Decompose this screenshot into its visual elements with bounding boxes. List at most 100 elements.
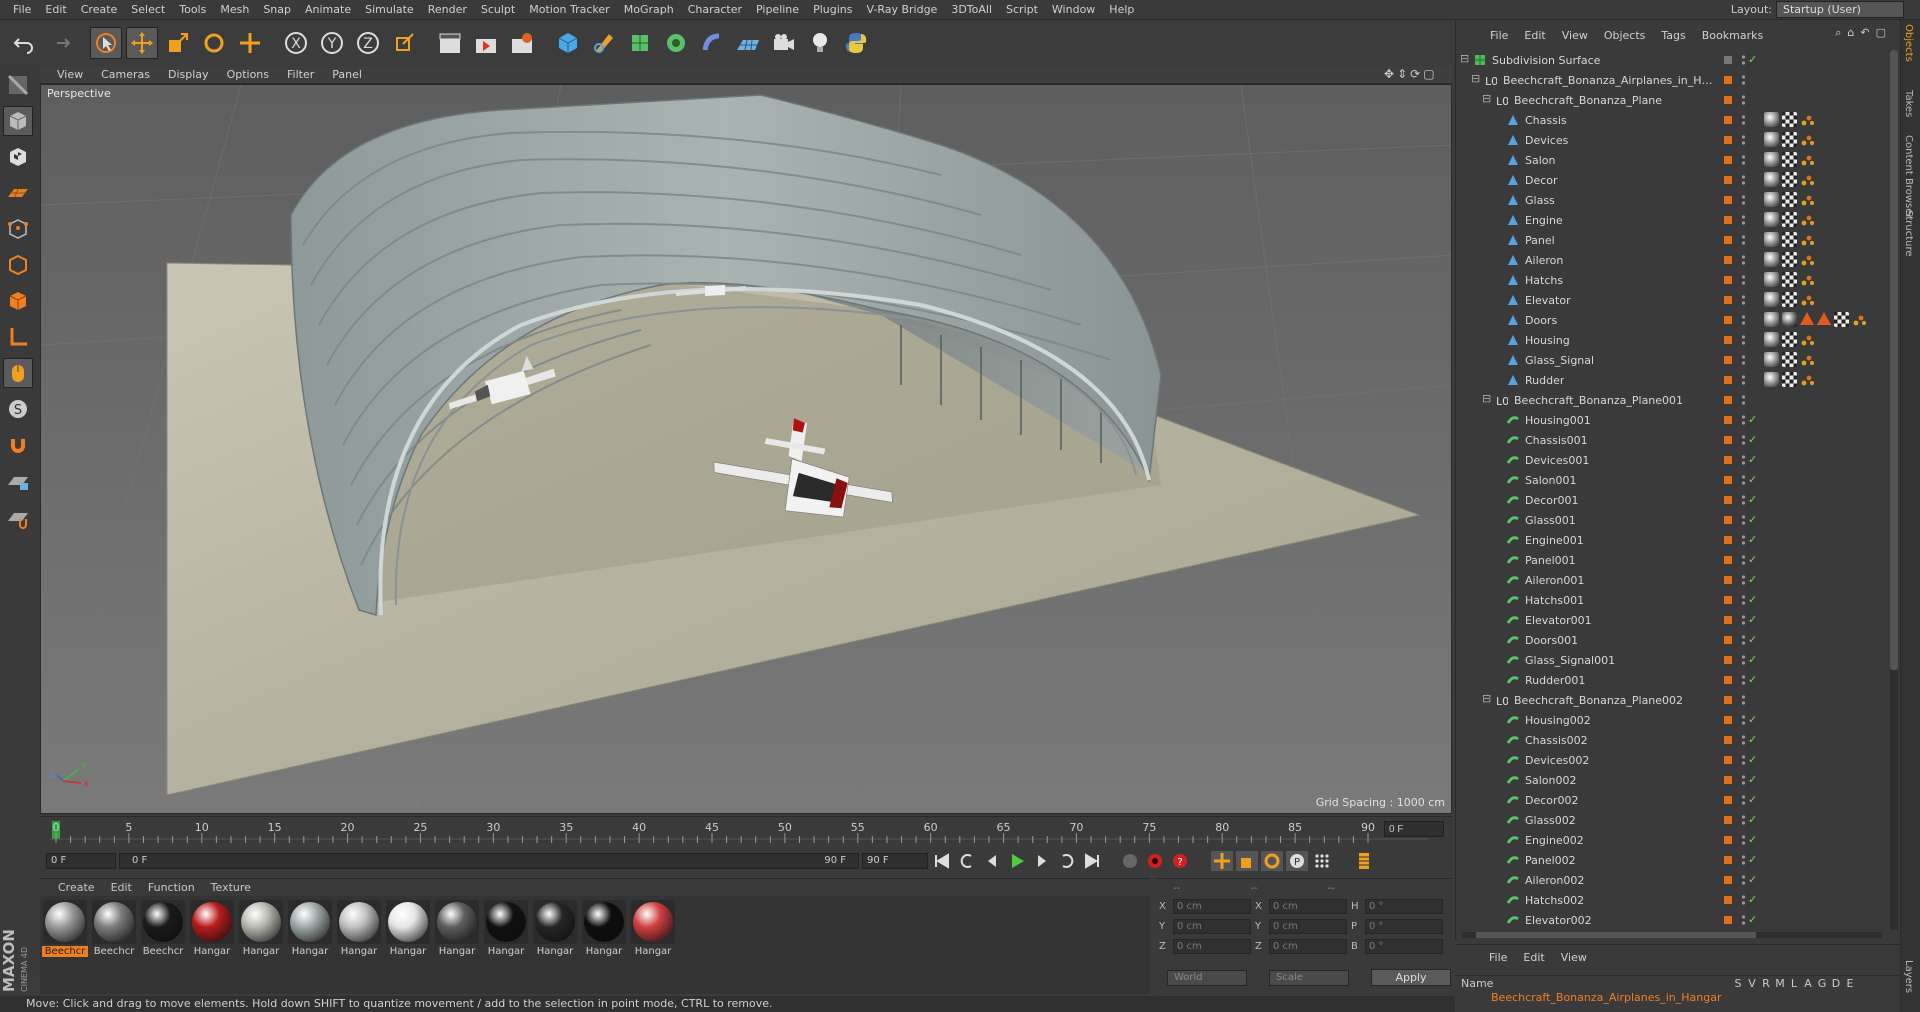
object-menu-tags[interactable]: Tags <box>1653 29 1693 42</box>
viewport-menu-cameras[interactable]: Cameras <box>92 68 159 81</box>
pan-icon[interactable]: ✥ <box>1384 67 1394 81</box>
key-parameter-button[interactable]: P <box>1286 851 1308 871</box>
phong-tag-icon[interactable] <box>1764 332 1779 347</box>
visibility-dots[interactable] <box>1741 594 1746 606</box>
layer-color-swatch[interactable] <box>1724 176 1732 184</box>
layer-color-swatch[interactable] <box>1724 596 1732 604</box>
render-view-button[interactable] <box>434 27 466 59</box>
visibility-dots[interactable] <box>1741 894 1746 906</box>
menu-create[interactable]: Create <box>74 3 125 16</box>
texture-tag-icon[interactable] <box>1782 252 1797 267</box>
maximize-icon[interactable]: ▢ <box>1423 67 1434 81</box>
object-row[interactable]: Devices001 ✓ <box>1456 450 1886 470</box>
visibility-dots[interactable] <box>1741 534 1746 546</box>
goto-next-key-button[interactable] <box>1056 851 1078 871</box>
enabled-check-icon[interactable]: ✓ <box>1748 733 1757 746</box>
object-menu-bookmarks[interactable]: Bookmarks <box>1694 29 1771 42</box>
expand-toggle-icon[interactable]: ⊟ <box>1460 52 1469 65</box>
coords-value-field[interactable]: 0 ° <box>1365 939 1443 954</box>
floor-button[interactable] <box>732 27 764 59</box>
layer-color-swatch[interactable] <box>1724 96 1732 104</box>
menu-v-ray-bridge[interactable]: V-Ray Bridge <box>859 3 944 16</box>
points-mode-button[interactable] <box>3 214 33 244</box>
timeline-window-button[interactable] <box>1353 851 1375 871</box>
object-menu-file[interactable]: File <box>1482 29 1516 42</box>
object-row[interactable]: ⊟ L0 Beechcraft_Bonanza_Airplanes_in_Hanga… <box>1456 70 1886 90</box>
layer-menu-view[interactable]: View <box>1553 951 1595 964</box>
layer-color-swatch[interactable] <box>1724 536 1732 544</box>
layer-menu-file[interactable]: File <box>1481 951 1515 964</box>
visibility-dots[interactable] <box>1741 334 1746 346</box>
timeline-current-frame-field[interactable] <box>1384 821 1444 837</box>
object-row[interactable]: Chassis002 ✓ <box>1456 730 1886 750</box>
camera-button[interactable] <box>768 27 800 59</box>
spline-pen-button[interactable] <box>588 27 620 59</box>
visibility-dots[interactable] <box>1741 194 1746 206</box>
layer-color-swatch[interactable] <box>1724 116 1732 124</box>
layer-color-swatch[interactable] <box>1724 516 1732 524</box>
material-swatch[interactable]: Beechcr <box>91 900 137 990</box>
visibility-dots[interactable] <box>1741 254 1746 266</box>
viewport-menu-options[interactable]: Options <box>218 68 278 81</box>
texture-tag-icon[interactable] <box>1782 232 1797 247</box>
visibility-dots[interactable] <box>1741 754 1746 766</box>
enabled-check-icon[interactable]: ✓ <box>1748 833 1757 846</box>
object-row[interactable]: Doors001 ✓ <box>1456 630 1886 650</box>
layer-row[interactable]: Beechcraft_Bonanza_Airplanes_in_Hangar <box>1455 991 1900 1007</box>
end-frame-field[interactable]: 90 F <box>862 853 928 869</box>
model-mode-button[interactable] <box>3 106 33 136</box>
layer-color-swatch[interactable] <box>1724 776 1732 784</box>
live-selection-button[interactable] <box>90 26 122 59</box>
visibility-dots[interactable] <box>1741 414 1746 426</box>
visibility-dots[interactable] <box>1741 834 1746 846</box>
texture-tag-icon[interactable] <box>1782 192 1797 207</box>
visibility-dots[interactable] <box>1741 154 1746 166</box>
enabled-check-icon[interactable]: ✓ <box>1748 913 1757 926</box>
goto-end-button[interactable] <box>1081 851 1103 871</box>
material-swatch[interactable]: Hangar <box>532 900 578 990</box>
render-settings-button[interactable] <box>506 27 538 59</box>
menu-mesh[interactable]: Mesh <box>213 3 256 16</box>
material-menu-function[interactable]: Function <box>140 881 203 894</box>
layer-color-swatch[interactable] <box>1724 716 1732 724</box>
layer-color-swatch[interactable] <box>1724 296 1732 304</box>
layer-color-swatch[interactable] <box>1724 156 1732 164</box>
object-row[interactable]: Glass <box>1456 190 1886 210</box>
current-frame-field[interactable]: 0 F <box>46 853 116 869</box>
home-icon[interactable]: ⌂ <box>1847 26 1854 40</box>
object-row[interactable]: Aileron <box>1456 250 1886 270</box>
selection-tag-icon[interactable] <box>1800 232 1815 247</box>
selection-tag-icon[interactable] <box>1800 352 1815 367</box>
search-icon[interactable]: ⌕ <box>1835 26 1841 40</box>
layer-color-swatch[interactable] <box>1724 656 1732 664</box>
object-row[interactable]: Panel <box>1456 230 1886 250</box>
visibility-dots[interactable] <box>1741 94 1746 106</box>
layer-color-swatch[interactable] <box>1724 136 1732 144</box>
expand-toggle-icon[interactable]: ⊟ <box>1482 392 1491 405</box>
enabled-check-icon[interactable]: ✓ <box>1748 773 1757 786</box>
layer-color-swatch[interactable] <box>1724 276 1732 284</box>
planar-workplane-button[interactable] <box>3 502 33 532</box>
visibility-dots[interactable] <box>1741 694 1746 706</box>
visibility-dots[interactable] <box>1741 434 1746 446</box>
object-row[interactable]: Rudder001 ✓ <box>1456 670 1886 690</box>
locked-workplane-button[interactable] <box>3 466 33 496</box>
layer-menu-edit[interactable]: Edit <box>1515 951 1552 964</box>
z-axis-lock-button[interactable]: Z <box>352 27 384 59</box>
polygons-mode-button[interactable] <box>3 286 33 316</box>
layer-color-swatch[interactable] <box>1724 336 1732 344</box>
phong-tag-icon[interactable] <box>1764 272 1779 287</box>
selection-tag-icon[interactable] <box>1800 212 1815 227</box>
make-editable-button[interactable] <box>3 70 33 100</box>
viewport-menu-filter[interactable]: Filter <box>278 68 323 81</box>
enabled-check-icon[interactable]: ✓ <box>1748 593 1757 606</box>
viewport-menu-view[interactable]: View <box>48 68 92 81</box>
layer-color-swatch[interactable] <box>1724 416 1732 424</box>
perspective-viewport[interactable]: Y X Z Perspective Grid Spacing : 1000 cm <box>40 84 1452 814</box>
selection-tag-icon[interactable] <box>1800 152 1815 167</box>
menu-select[interactable]: Select <box>124 3 172 16</box>
menu-character[interactable]: Character <box>681 3 749 16</box>
object-row[interactable]: Salon001 ✓ <box>1456 470 1886 490</box>
visibility-dots[interactable] <box>1741 734 1746 746</box>
menu-plugins[interactable]: Plugins <box>806 3 859 16</box>
